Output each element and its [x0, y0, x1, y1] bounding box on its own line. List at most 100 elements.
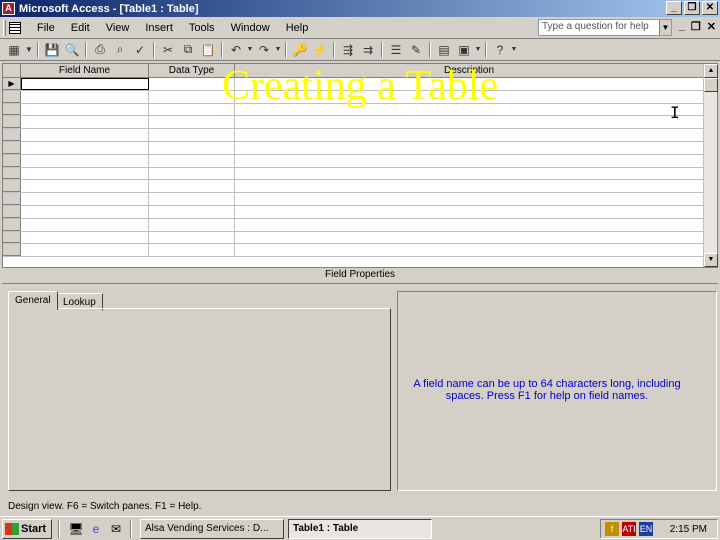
data-type-cell[interactable] [149, 180, 235, 193]
table-row[interactable] [3, 129, 703, 142]
task-table1[interactable]: Table1 : Table [288, 518, 432, 539]
field-name-cell[interactable] [21, 141, 149, 154]
row-selector[interactable] [3, 103, 21, 116]
tab-general[interactable]: General [8, 291, 58, 310]
chevron-down-icon[interactable]: ▼ [659, 20, 671, 35]
outlook-icon[interactable]: ✉ [106, 520, 126, 538]
data-type-cell[interactable] [149, 154, 235, 167]
description-cell[interactable] [235, 193, 703, 205]
show-desktop-icon[interactable]: 🖥 [66, 520, 86, 538]
new-object-dropdown-icon[interactable]: ▼ [474, 41, 482, 59]
tray-ati-icon[interactable]: ATI [622, 522, 636, 536]
spelling-icon[interactable]: ✓ [130, 41, 150, 59]
table-row[interactable] [3, 154, 703, 168]
description-cell[interactable] [235, 232, 703, 244]
menu-insert[interactable]: Insert [137, 22, 181, 34]
table-row[interactable] [3, 193, 703, 206]
field-name-cell[interactable] [21, 244, 149, 257]
field-name-cell[interactable] [21, 218, 149, 231]
build-icon[interactable]: ✎ [406, 41, 426, 59]
data-type-cell[interactable] [149, 193, 235, 205]
field-name-cell[interactable] [21, 90, 149, 103]
database-window-icon[interactable]: ▤ [434, 41, 454, 59]
view-icon[interactable]: ▦ [4, 41, 24, 59]
data-type-cell[interactable] [149, 244, 235, 257]
help-dropdown-icon[interactable]: ▼ [510, 41, 518, 59]
new-object-icon[interactable]: ▣ [454, 41, 474, 59]
menu-help[interactable]: Help [278, 22, 317, 34]
row-selector[interactable] [3, 116, 21, 129]
current-row-indicator-icon[interactable]: ▶ [3, 78, 21, 90]
restore-button[interactable]: ❐ [684, 1, 700, 15]
table-row[interactable] [3, 244, 703, 258]
table-row[interactable] [3, 218, 703, 232]
mdi-close-button[interactable]: ✕ [707, 20, 716, 33]
menu-tools[interactable]: Tools [181, 22, 223, 34]
data-type-cell[interactable] [149, 141, 235, 154]
description-cell[interactable] [235, 155, 703, 167]
description-cell[interactable] [235, 116, 703, 128]
internet-explorer-icon[interactable]: e [86, 520, 106, 538]
view-dropdown-icon[interactable]: ▼ [24, 41, 34, 59]
field-name-cell[interactable] [21, 231, 149, 244]
print-preview-icon[interactable]: ⌕ [110, 41, 130, 59]
mdi-restore-button[interactable]: ❐ [691, 20, 701, 33]
field-name-cell[interactable] [21, 129, 149, 141]
description-cell[interactable] [235, 244, 703, 256]
search-icon[interactable]: 🔍 [62, 41, 82, 59]
menu-window[interactable]: Window [223, 22, 278, 34]
field-name-cell[interactable] [21, 167, 149, 180]
description-cell[interactable] [235, 129, 703, 141]
data-type-cell[interactable] [149, 167, 235, 180]
scroll-up-icon[interactable]: ▲ [704, 64, 718, 78]
copy-icon[interactable]: ⧉ [178, 41, 198, 59]
redo-dropdown-icon[interactable]: ▼ [274, 41, 282, 59]
table-row[interactable] [3, 116, 703, 130]
data-type-cell[interactable] [149, 218, 235, 231]
row-selector[interactable] [3, 218, 21, 231]
redo-icon[interactable]: ↷ [254, 41, 274, 59]
description-cell[interactable] [235, 168, 703, 180]
row-selector[interactable] [3, 244, 21, 257]
field-name-cell[interactable] [21, 180, 149, 193]
table-row[interactable] [3, 231, 703, 245]
minimize-button[interactable]: _ [666, 1, 682, 15]
field-name-cell[interactable] [21, 154, 149, 167]
properties-icon[interactable]: ☰ [386, 41, 406, 59]
primary-key-icon[interactable]: 🔑 [290, 41, 310, 59]
paste-icon[interactable]: 📋 [198, 41, 218, 59]
insert-rows-icon[interactable]: ⇶ [338, 41, 358, 59]
table-row[interactable] [3, 180, 703, 194]
description-cell[interactable] [235, 219, 703, 231]
access-app-icon[interactable]: A [2, 2, 15, 15]
data-type-cell[interactable] [149, 116, 235, 129]
language-indicator[interactable]: EN [639, 522, 653, 536]
data-type-cell[interactable] [149, 231, 235, 244]
cut-icon[interactable]: ✂ [158, 41, 178, 59]
field-name-cell[interactable] [21, 205, 149, 218]
data-type-cell[interactable] [149, 129, 235, 141]
column-header-field-name[interactable]: Field Name [21, 64, 149, 78]
undo-dropdown-icon[interactable]: ▼ [246, 41, 254, 59]
table-row[interactable] [3, 141, 703, 155]
print-icon[interactable]: ⎙ [90, 41, 110, 59]
field-name-cell[interactable] [21, 78, 149, 90]
vertical-scrollbar[interactable]: ▲ ▼ [703, 64, 718, 267]
mdi-minimize-button[interactable]: _ [679, 20, 685, 33]
save-icon[interactable]: 💾 [42, 41, 62, 59]
undo-icon[interactable]: ↶ [226, 41, 246, 59]
table-row[interactable] [3, 205, 703, 219]
description-cell[interactable] [235, 142, 703, 154]
data-type-cell[interactable] [149, 205, 235, 218]
field-name-cell[interactable] [21, 193, 149, 205]
table-window-icon[interactable] [9, 21, 21, 34]
menu-file[interactable]: File [29, 22, 63, 34]
row-selector[interactable] [3, 167, 21, 180]
row-selector[interactable] [3, 180, 21, 193]
menu-view[interactable]: View [98, 22, 138, 34]
field-name-cell[interactable] [21, 116, 149, 129]
field-name-cell[interactable] [21, 103, 149, 116]
indexes-icon[interactable]: ⚡ [310, 41, 330, 59]
start-button[interactable]: Start [2, 518, 52, 539]
row-selector[interactable] [3, 231, 21, 244]
